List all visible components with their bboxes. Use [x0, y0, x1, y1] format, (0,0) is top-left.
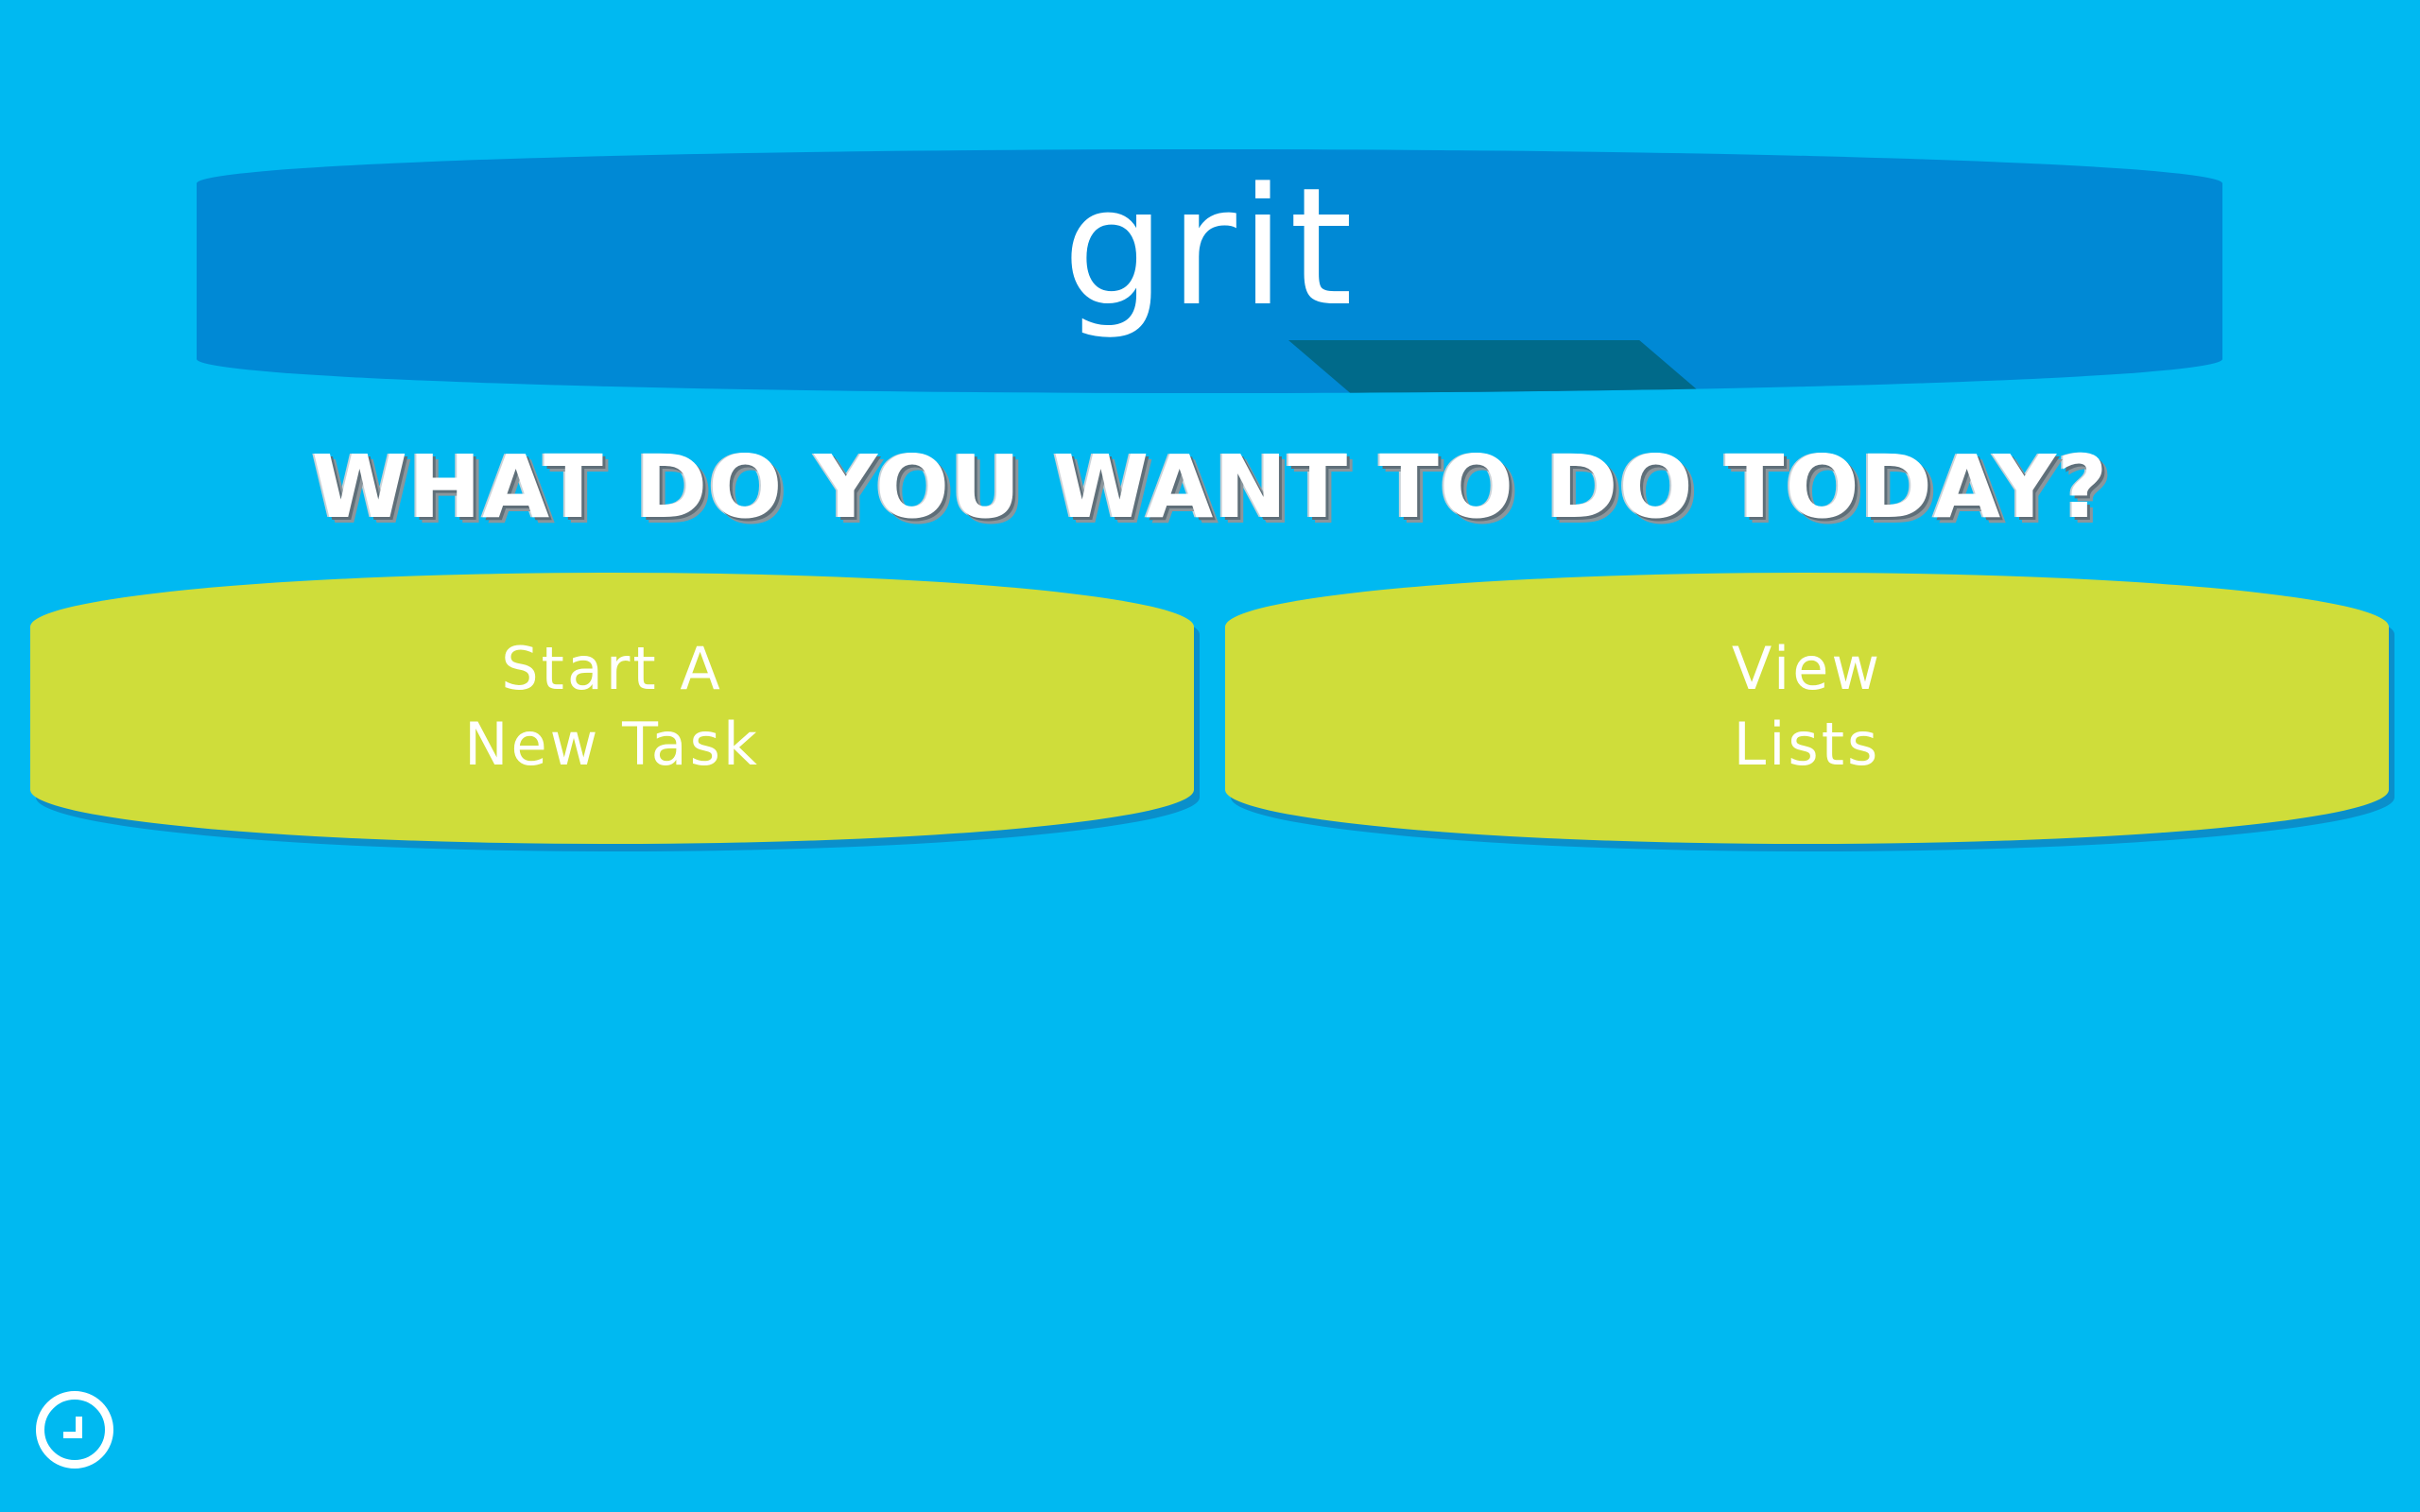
start-new-task-label-line-1: Start A [501, 634, 723, 703]
header-bar: grit [197, 149, 2222, 393]
app-logo: grit [1062, 152, 1357, 342]
start-new-task-button[interactable]: Start A New Task [30, 573, 1194, 844]
clock-icon[interactable] [36, 1391, 113, 1469]
start-new-task-label-line-2: New Task [464, 710, 760, 779]
clock-hand-minute [63, 1432, 82, 1438]
page-question: WHAT DO YOU WANT TO DO TODAY? [311, 437, 2109, 538]
view-lists-button[interactable]: View Lists [1225, 573, 2389, 844]
view-lists-label-line-2: Lists [1733, 710, 1881, 779]
logo-container: grit [197, 149, 2222, 393]
view-lists-label-line-1: View [1731, 634, 1883, 703]
